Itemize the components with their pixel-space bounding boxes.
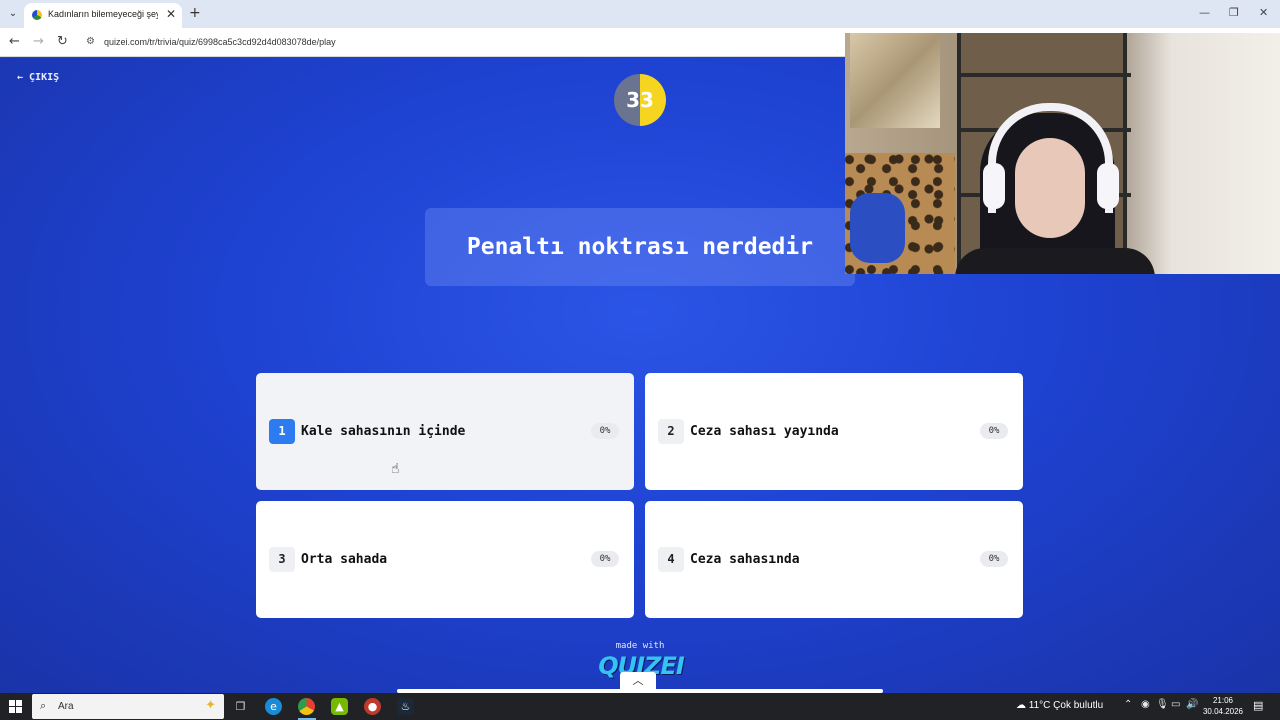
answer-percent-badge: 0% (591, 423, 619, 439)
tray-chevron-icon[interactable]: ⌃ (1124, 699, 1132, 710)
clock-date: 30.04.2026 (1202, 707, 1244, 716)
answer-number: 4 (658, 547, 684, 572)
answer-percent-badge: 0% (980, 551, 1008, 567)
restore-button[interactable]: ❐ (1229, 6, 1239, 19)
answer-option-1[interactable]: 1 Kale sahasının içinde 0% (256, 373, 634, 490)
tray-app-icon[interactable]: ◉ (1141, 699, 1150, 710)
webcam-plush-toy (850, 193, 905, 263)
forward-arrow-icon[interactable]: → (33, 34, 44, 49)
minimize-button[interactable]: — (1199, 6, 1210, 19)
site-info-icon[interactable]: ⚙ (86, 36, 95, 47)
answer-percent-badge: 0% (591, 551, 619, 567)
countdown-timer: 33 (614, 74, 666, 126)
headset-icon (988, 103, 1113, 213)
search-icon: ⌕ (40, 699, 47, 712)
answer-percent-badge: 0% (980, 423, 1008, 439)
exit-button[interactable]: ← ÇIKIŞ (17, 72, 59, 83)
tab-search-icon[interactable]: ⌄ (6, 7, 20, 21)
answer-text: Ceza sahası yayında (690, 424, 839, 439)
made-with-label: made with (615, 641, 665, 651)
timer-value: 33 (626, 88, 654, 112)
volume-icon[interactable]: 🔊 (1186, 699, 1198, 710)
answer-text: Ceza sahasında (690, 552, 800, 567)
answer-number: 1 (269, 419, 295, 444)
nvidia-icon[interactable]: ▲ (331, 698, 348, 715)
tab-title: Kadınların bilemeyeceği şeyler (48, 9, 158, 19)
clock[interactable]: 21:06 30.04.2026 (1200, 695, 1246, 717)
tab-favicon-icon (32, 10, 42, 20)
windows-taskbar: ⌕ Ara ✦ ❐ e ▲ ● ♨ ☁ 11°C Çok bulutlu ⌃ ◉… (0, 693, 1280, 720)
question-card: Penaltı noktrası nerdedir (425, 208, 855, 286)
chevron-up-icon[interactable]: ︿ (620, 672, 656, 690)
webcam-overlay (845, 33, 1280, 274)
answer-option-3[interactable]: 3 Orta sahada 0% (256, 501, 634, 618)
answer-text: Kale sahasının içinde (301, 424, 466, 439)
notification-icon[interactable]: ▤ (1253, 699, 1263, 712)
steam-icon[interactable]: ♨ (397, 698, 414, 715)
webcam-poster (850, 33, 940, 128)
windows-start-icon[interactable] (9, 700, 22, 713)
tab-close-icon[interactable]: ✕ (166, 7, 176, 21)
search-highlight-icon: ✦ (205, 698, 216, 713)
answer-option-4[interactable]: 4 Ceza sahasında 0% (645, 501, 1023, 618)
taskbar-search[interactable]: ⌕ Ara ✦ (32, 694, 224, 719)
close-window-button[interactable]: ✕ (1259, 6, 1268, 19)
new-tab-button[interactable]: + (189, 5, 201, 21)
answer-number: 2 (658, 419, 684, 444)
answer-text: Orta sahada (301, 552, 388, 567)
weather-cloud-icon: ☁ (1016, 700, 1029, 711)
hand-cursor-icon: ☝ (391, 461, 400, 477)
reload-icon[interactable]: ↻ (57, 34, 68, 49)
back-arrow-icon[interactable]: ← (9, 34, 20, 49)
search-placeholder: Ara (58, 701, 74, 712)
browser-tabstrip: ⌄ Kadınların bilemeyeceği şeyler ✕ + — ❐… (0, 0, 1280, 28)
exit-label: ÇIKIŞ (29, 72, 60, 83)
weather-widget[interactable]: ☁ 11°C Çok bulutlu (1016, 700, 1103, 711)
network-icon[interactable]: ▭ (1171, 699, 1180, 710)
answer-number: 3 (269, 547, 295, 572)
url-field[interactable]: quizei.com/tr/trivia/quiz/6998ca5c3cd92d… (104, 37, 336, 47)
edge-icon[interactable]: e (265, 698, 282, 715)
obs-icon[interactable]: ● (364, 698, 381, 715)
question-text: Penaltı noktrası nerdedir (466, 234, 814, 260)
task-view-icon[interactable]: ❐ (232, 698, 249, 715)
clock-time: 21:06 (1212, 696, 1234, 705)
answer-option-2[interactable]: 2 Ceza sahası yayında 0% (645, 373, 1023, 490)
back-arrow-icon: ← (17, 72, 24, 83)
microphone-icon[interactable]: 🎙 (1156, 699, 1169, 710)
browser-tab[interactable]: Kadınların bilemeyeceği şeyler ✕ (24, 3, 182, 28)
